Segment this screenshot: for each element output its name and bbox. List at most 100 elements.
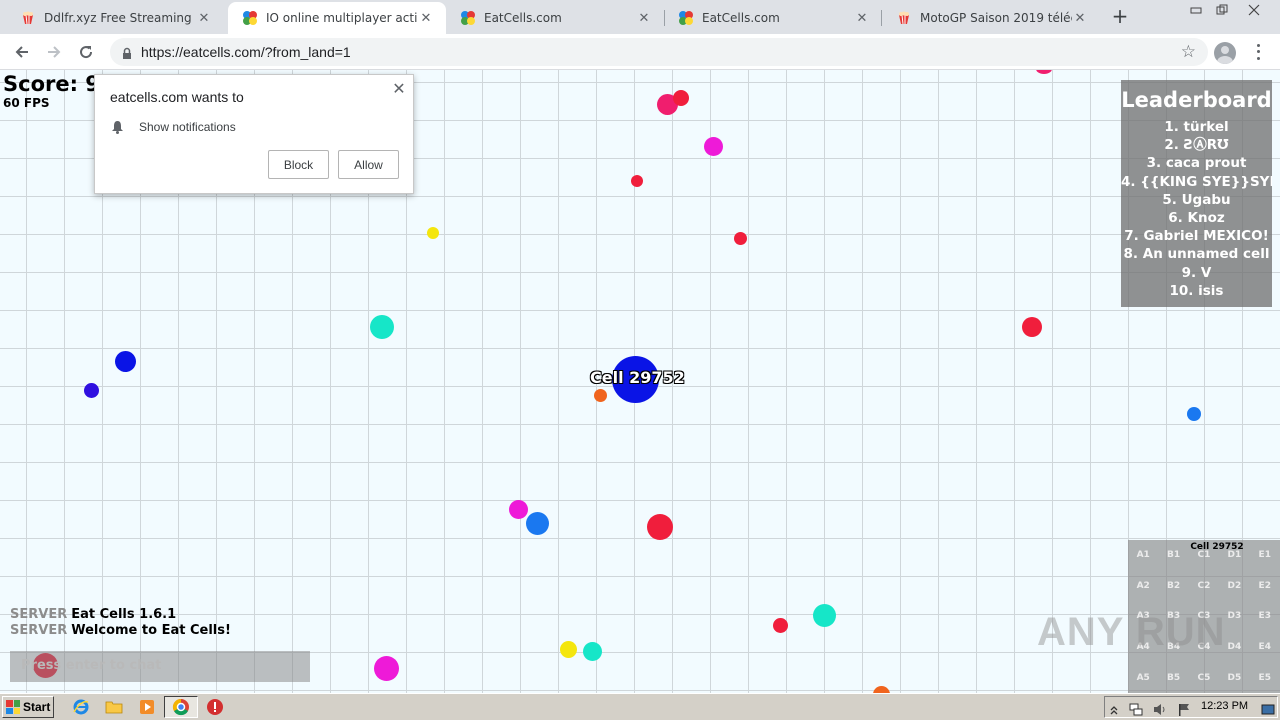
food-cell [873,686,890,693]
leaderboard-entry: 7. Gabriel MEXICO! [1124,228,1269,245]
chat-message: SERVER Eat Cells 1.6.1 [10,607,231,623]
start-button[interactable]: Start [2,696,54,718]
tab-eatcells-2[interactable]: EatCells.com ✕ [664,2,882,34]
food-cell [773,618,788,633]
tab-io-online[interactable]: IO online multiplayer action gam ✕ [228,2,446,34]
close-tab-icon[interactable]: ✕ [854,11,870,26]
tab-title: Ddlfr.xyz Free Streaming downl [44,11,196,25]
tab-title: EatCells.com [702,11,780,25]
network-icon[interactable] [1129,701,1143,716]
food-cell [370,315,394,339]
food-cell [734,232,747,245]
leaderboard-entry: 10. isis [1169,282,1224,299]
food-cell [813,604,836,627]
leaderboard-entry: 9. V [1181,264,1212,281]
leaderboard-entry: 6. Knoz [1168,210,1225,227]
chat-source: SERVER [10,623,68,638]
volume-icon[interactable] [1153,701,1167,715]
minimap-cell: B5 [1167,672,1181,683]
chat-text: Welcome to Eat Cells! [71,623,231,638]
chat-input[interactable]: Press enter to chat [10,651,310,682]
chat-message: SERVER Welcome to Eat Cells! [10,623,231,639]
system-tray: 12:23 PM [1104,696,1278,718]
flag-icon[interactable] [1177,701,1191,716]
chevron-up-icon[interactable] [1109,701,1123,715]
chat-source: SERVER [10,607,68,622]
profile-avatar[interactable] [1214,42,1236,64]
url-text: https://eatcells.com/?from_land=1 [141,44,351,60]
forward-button[interactable] [42,40,66,64]
media-player-icon[interactable] [138,698,156,716]
chrome-taskbar-button[interactable] [164,696,198,718]
tab-title: MotoGP Saison 2019 télécharge [920,11,1072,25]
start-label: Start [23,700,51,714]
allow-button[interactable]: Allow [338,150,399,179]
food-cell [704,137,723,156]
windows-logo-icon [6,700,20,714]
leaderboard-entry: 3. caca prout [1146,155,1247,172]
minimap-cell: C5 [1197,672,1211,683]
clock: 12:23 PM [1201,700,1249,712]
chrome-icon [172,698,189,716]
block-button[interactable]: Block [268,150,329,179]
close-window-button[interactable] [1240,0,1268,20]
popcorn-icon [896,10,912,26]
minimize-button[interactable] [1182,0,1210,20]
close-tab-icon[interactable]: ✕ [418,11,434,26]
food-cell [115,351,136,372]
minimap-cell: C2 [1197,580,1211,591]
food-cell [673,90,689,106]
close-tab-icon[interactable]: ✕ [636,11,652,26]
taskbar: Start 12:23 PM [0,693,1280,720]
close-tab-icon[interactable]: ✕ [1072,11,1088,26]
ie-icon[interactable] [72,698,90,716]
minimap-cell: D2 [1227,580,1242,591]
folder-icon[interactable] [105,698,123,716]
tab-ddlfr[interactable]: Ddlfr.xyz Free Streaming downl ✕ [6,2,224,34]
chat-log: SERVER Eat Cells 1.6.1 SERVER Welcome to E… [10,607,231,639]
tab-title: IO online multiplayer action gam [266,11,418,25]
tab-motogp[interactable]: MotoGP Saison 2019 télécharge ✕ [882,2,1100,34]
close-icon[interactable]: ✕ [389,80,409,100]
food-cell [374,656,399,681]
bell-icon [111,119,124,138]
permission-text: Show notifications [139,120,236,134]
arrow-left-icon [15,46,28,58]
close-tab-icon[interactable]: ✕ [196,11,212,26]
leaderboard-list: 1. türkel 2. ƧⒶRƱ 3. caca prout 4. {{KIN… [1121,118,1272,300]
new-tab-button[interactable]: + [1108,5,1132,29]
food-cell [631,175,643,187]
fps-text: 60 FPS [3,96,50,110]
leaderboard-entry: 2. ƧⒶRƱ [1164,137,1229,154]
popcorn-icon [20,10,36,26]
minimap-cell: E4 [1258,642,1271,653]
eatcells-icon [460,10,476,26]
anyrun-watermark: ANY RUN [1037,610,1226,654]
reload-button[interactable] [74,40,98,64]
eatcells-icon [242,10,258,26]
address-bar[interactable]: https://eatcells.com/?from_land=1 ☆ [110,38,1208,66]
restore-button[interactable] [1208,0,1236,20]
food-cell [594,389,607,402]
food-cell [1036,70,1052,74]
eatcells-icon [678,10,694,26]
bookmark-star-icon[interactable]: ☆ [1181,42,1196,62]
tab-eatcells-1[interactable]: EatCells.com ✕ [446,2,664,34]
food-cell [84,383,99,398]
food-cell [583,642,602,661]
minimap-player-label: Cell 29752 [1190,542,1244,552]
stop-icon[interactable] [206,698,224,716]
minimap-cell: A5 [1136,672,1150,683]
food-cell [509,500,528,519]
show-desktop-icon[interactable] [1261,701,1275,715]
leaderboard: Leaderboard 1. türkel 2. ƧⒶRƱ 3. caca pr… [1121,80,1272,307]
food-cell [1022,317,1042,337]
leaderboard-entry: 4. {{KING SYE}}SYE [1121,173,1272,190]
food-cell [427,227,439,239]
popup-title: eatcells.com wants to [110,89,244,105]
notification-permission-popup: eatcells.com wants to ✕ Show notificatio… [94,74,414,194]
browser-menu-icon[interactable] [1250,42,1266,62]
chat-text: Eat Cells 1.6.1 [71,607,177,622]
reload-icon [80,46,93,59]
back-button[interactable] [10,40,34,64]
